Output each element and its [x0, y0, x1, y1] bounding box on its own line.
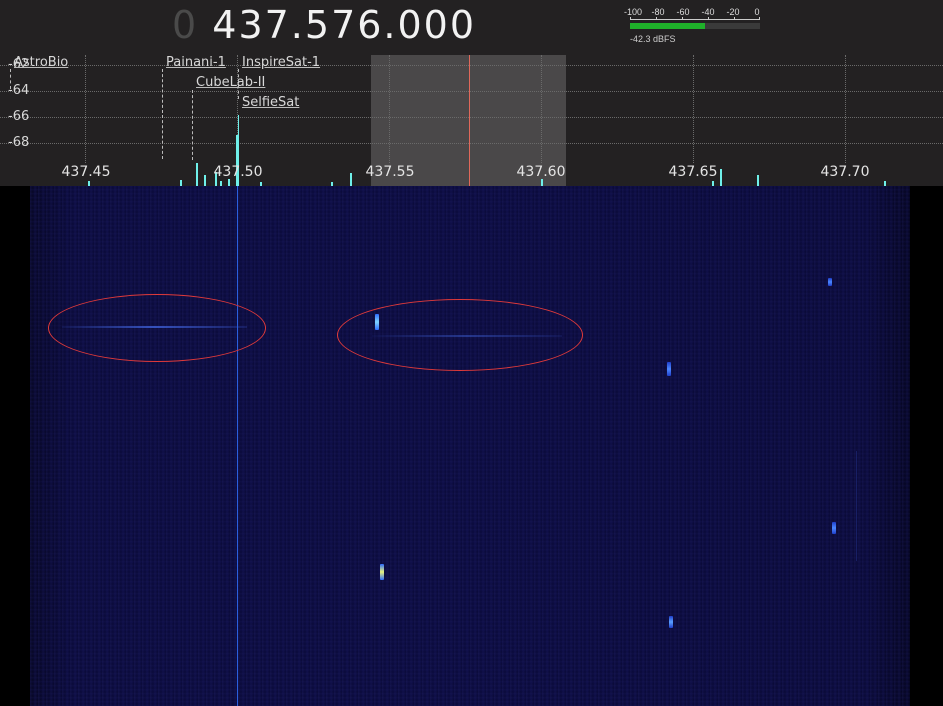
signal-blip	[667, 362, 671, 376]
bookmark-astrobio[interactable]: AstroBio	[14, 55, 68, 70]
center-frequency-marker[interactable]	[469, 55, 470, 186]
meter-scale-label: 0	[754, 7, 760, 17]
spectrum-trace	[88, 115, 886, 186]
bookmark-label: InspireSat-1	[242, 55, 321, 70]
spectrum-plot[interactable]: -62 -64 -66 -68 AstroBio Painani-1 Inspi…	[0, 55, 943, 186]
top-bar: 0 437.576.000 -100 -80 -60 -40 -20 0 -42…	[0, 0, 943, 55]
bookmark-label: AstroBio	[14, 55, 69, 70]
meter-level-bar	[630, 23, 705, 29]
bookmark-leader	[192, 90, 193, 160]
bookmark-label: Painani-1	[166, 55, 226, 70]
signal-blip	[832, 522, 836, 534]
frequency-leading-digit: 0	[172, 3, 199, 47]
waterfall-noise-floor	[30, 186, 910, 706]
signal-blip	[828, 278, 832, 286]
waterfall-marker-line	[237, 186, 238, 706]
waterfall-faint-line	[856, 451, 857, 561]
signal-blip	[380, 564, 384, 580]
bookmark-leader	[162, 69, 163, 159]
signal-blip	[669, 616, 673, 628]
frequency-value[interactable]: 437.576.000	[212, 3, 476, 47]
meter-scale	[630, 17, 760, 20]
annotation-ellipse	[48, 294, 266, 362]
bookmark-label: SelfieSat	[242, 95, 300, 110]
annotation-ellipse	[337, 299, 583, 371]
frequency-axis-label: 437.55	[365, 164, 415, 180]
bookmark-selfiesat[interactable]: SelfieSat	[242, 95, 299, 110]
bookmark-leader	[10, 69, 11, 89]
signal-meter: -100 -80 -60 -40 -20 0 -42.3 dBFS	[622, 4, 762, 50]
meter-scale-label: -80	[651, 7, 665, 17]
bookmark-label: CubeLab-II	[196, 75, 266, 90]
meter-scale-label: -100	[623, 7, 643, 17]
meter-level-text: -42.3 dBFS	[630, 34, 676, 44]
frequency-axis-label: 437.70	[820, 164, 870, 180]
bookmark-cubelab-ii[interactable]: CubeLab-II	[196, 75, 265, 90]
meter-scale-label: -20	[726, 7, 740, 17]
frequency-axis-label: 437.65	[668, 164, 718, 180]
waterfall-display[interactable]	[0, 186, 943, 706]
frequency-display[interactable]: 0 437.576.000	[172, 3, 476, 47]
meter-scale-label: -40	[701, 7, 715, 17]
frequency-axis-label: 437.45	[61, 164, 111, 180]
bookmark-painani-1[interactable]: Painani-1	[166, 55, 226, 70]
frequency-axis-label: 437.60	[516, 164, 566, 180]
frequency-axis-label: 437.50	[213, 164, 263, 180]
bookmark-inspiresat-1[interactable]: InspireSat-1	[242, 55, 320, 70]
meter-track	[705, 23, 760, 29]
meter-scale-label: -60	[676, 7, 690, 17]
